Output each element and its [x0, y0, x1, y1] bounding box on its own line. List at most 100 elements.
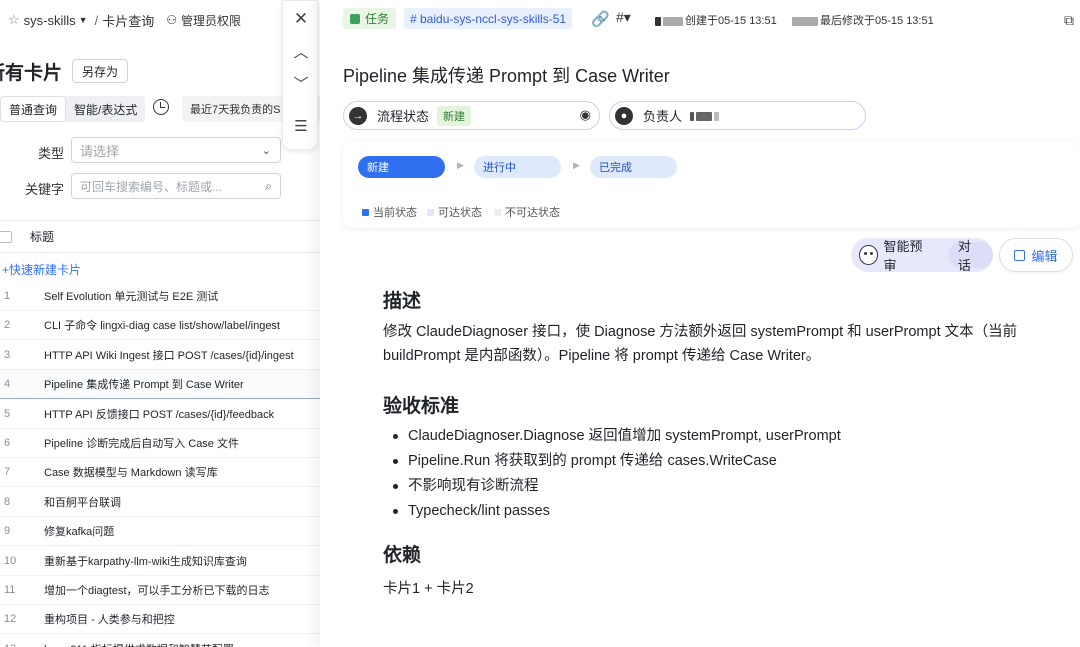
table-row[interactable]: 10 重新基于karpathy-llm-wiki生成知识库查询 [0, 547, 320, 576]
table-row[interactable]: 13lcm-v211 指标提供求数据和智慧节配置 [0, 635, 320, 647]
flow-arrow-icon: ▶ [573, 160, 580, 170]
table-header: 标题 [0, 220, 320, 253]
dependency-heading: 依赖 [383, 545, 422, 566]
avatar [690, 108, 721, 123]
table-row[interactable]: 12 重构项目 - 人类参与和把控 [0, 605, 320, 635]
row-number: 6 [4, 437, 11, 449]
list-item: 不影响现有诊断流程 [391, 474, 841, 499]
title-column-header[interactable]: 标题 [30, 228, 54, 245]
row-title[interactable]: HTTP API Wiki Ingest 接口 POST /cases/{id}… [44, 347, 294, 363]
row-title[interactable]: CLI 子命令 lingxi-diag case list/show/label… [44, 317, 280, 333]
row-number: 10 [4, 554, 17, 567]
row-title[interactable]: lcm-v211 指标提供求数据和智慧节配置 [44, 641, 234, 647]
created-text: 创建于05-15 13:51 [685, 15, 777, 27]
breadcrumb: ☆ sys-skills ▼ / 卡片查询 ⚇ 管理员权限 [0, 0, 320, 40]
table-row[interactable]: 3 HTTP API Wiki Ingest 接口 POST /cases/{id… [0, 341, 320, 370]
admin-permission[interactable]: ⚇ 管理员权限 [166, 12, 241, 29]
select-all-checkbox[interactable] [0, 230, 12, 243]
search-icon: ⌕ [265, 178, 272, 193]
save-as-button[interactable]: 另存为 [72, 59, 128, 83]
row-number: 12 [4, 613, 17, 626]
link-icon[interactable]: 🔗 [591, 10, 610, 28]
keyword-placeholder: 可回车搜索编号、标题或... [80, 179, 223, 194]
description-heading: 描述 [383, 291, 422, 312]
table-row[interactable]: 7 Case 数据模型与 Markdown 读写库 [0, 458, 320, 488]
description-text: 修改 ClaudeDiagnoser 接口，使 Diagnose 方法额外返回 … [383, 324, 1018, 364]
created-info: 创建于05-15 13:51 [655, 12, 777, 28]
tab-normal-query[interactable]: 普通查询 [0, 96, 67, 122]
row-title[interactable]: Self Evolution 单元测试与 E2E 测试 [44, 288, 218, 304]
type-label: 类型 [38, 146, 65, 161]
row-number: 11 [4, 584, 16, 596]
legend-current-label: 当前状态 [373, 207, 417, 219]
quick-add-card[interactable]: +快速新建卡片 [2, 261, 81, 278]
chevron-up-icon[interactable]: ︿ [283, 41, 319, 62]
chevron-down-icon: ⌄ [261, 144, 271, 157]
row-title[interactable]: Pipeline 集成传递 Prompt 到 Case Writer [44, 376, 244, 392]
owner-field[interactable]: ● 负责人 [609, 101, 866, 130]
legend-current: 当前状态 [362, 204, 417, 220]
breadcrumb-page[interactable]: 卡片查询 [102, 11, 154, 30]
eye-icon[interactable]: ◉ [580, 107, 591, 123]
floating-toolbar: ✕ ︿ ﹀ ☰ [282, 0, 318, 150]
state-new[interactable]: 新建 [358, 156, 445, 178]
robot-icon [859, 245, 879, 265]
star-icon[interactable]: ☆ [8, 12, 20, 28]
type-placeholder: 请选择 [80, 143, 120, 159]
table-row[interactable]: 5 HTTP API 反馈接口 POST /cases/{id}/feedback [0, 400, 320, 429]
type-select[interactable]: 请选择 ⌄ [71, 137, 281, 163]
table-row[interactable]: 2 CLI 子命令 lingxi-diag case list/show/labe… [0, 311, 320, 341]
table-row[interactable]: 9 修复kafka问题 [0, 517, 320, 547]
row-title[interactable]: 重新基于karpathy-llm-wiki生成知识库查询 [44, 553, 247, 569]
status-value-badge: 新建 [437, 105, 472, 126]
table-row[interactable]: 8 和百舸平台联调 [0, 488, 320, 517]
page-title: 所有卡片 [0, 63, 63, 84]
ai-review-group: 智能预审 对话 [851, 236, 993, 274]
keyword-input[interactable]: 可回车搜索编号、标题或... ⌕ [71, 173, 281, 199]
row-title[interactable]: 和百舸平台联调 [44, 494, 121, 510]
row-number: 8 [4, 495, 11, 508]
row-title[interactable]: 增加一个diagtest，可以手工分析已下载的日志 [44, 582, 270, 598]
state-done[interactable]: 已完成 [590, 156, 677, 178]
table-row[interactable]: 6 Pipeline 诊断完成后自动写入 Case 文件 [0, 429, 320, 458]
task-type-tag[interactable]: 任务 [343, 8, 397, 29]
row-title[interactable]: Case 数据模型与 Markdown 读写库 [44, 464, 218, 480]
open-external-icon[interactable]: ⧉ [1064, 12, 1074, 29]
workflow-card: 新建 ▶ 进行中 ▶ 已完成 当前状态 可达状态 不可达状态 [343, 141, 1080, 228]
row-title[interactable]: HTTP API 反馈接口 POST /cases/{id}/feedback [44, 406, 274, 422]
card-detail-panel: 任务 # baidu-sys-nccl-sys-skills-51 🔗 #▾ 创… [320, 0, 1080, 647]
ai-review-button[interactable]: 智能预审 [883, 236, 933, 274]
project-selector[interactable]: sys-skills [24, 13, 76, 28]
modified-info: 最后修改于05-15 13:51 [792, 12, 934, 28]
edit-button[interactable]: 编辑 [999, 238, 1073, 272]
state-in-progress[interactable]: 进行中 [474, 156, 561, 178]
close-icon[interactable]: ✕ [283, 9, 319, 29]
card-query-panel: ☆ sys-skills ▼ / 卡片查询 ⚇管理员权限 所有卡片 另存为 普通… [0, 0, 320, 647]
legend-unreachable-label: 不可达状态 [505, 207, 560, 219]
row-number: 13 [0, 643, 44, 647]
row-number: 7 [4, 466, 11, 479]
chevron-down-icon[interactable]: ﹀ [283, 73, 319, 94]
list-item: ClaudeDiagnoser.Diagnose 返回值增加 systemPro… [391, 424, 841, 449]
chevron-down-icon[interactable]: ▼ [79, 15, 88, 25]
clock-icon[interactable] [153, 99, 169, 115]
task-tag-label: 任务 [365, 12, 390, 26]
hash-dropdown-icon[interactable]: #▾ [616, 9, 631, 26]
outline-icon[interactable]: ☰ [283, 117, 319, 135]
card-id-tag[interactable]: # baidu-sys-nccl-sys-skills-51 [404, 8, 573, 29]
row-title[interactable]: Pipeline 诊断完成后自动写入 Case 文件 [44, 435, 239, 451]
table-row[interactable]: 11 增加一个diagtest，可以手工分析已下载的日志 [0, 576, 320, 605]
tab-expression-query[interactable]: 智能/表达式 [66, 96, 145, 122]
row-title[interactable]: 修复kafka问题 [44, 523, 114, 539]
table-row[interactable]: 1 Self Evolution 单元测试与 E2E 测试 [0, 282, 320, 311]
legend-unreachable: 不可达状态 [494, 204, 560, 220]
user-icon: ● [615, 106, 633, 125]
table-row[interactable]: 4 Pipeline 集成传递 Prompt 到 Case Writer [0, 370, 320, 400]
row-number: 3 [4, 348, 11, 361]
row-title[interactable]: 重构项目 - 人类参与和把控 [44, 611, 175, 627]
ai-chat-button[interactable]: 对话 [947, 239, 993, 273]
row-number: 4 [4, 378, 11, 391]
status-field[interactable]: → 流程状态 新建 ◉ [343, 101, 600, 130]
card-title[interactable]: Pipeline 集成传递 Prompt 到 Case Writer [343, 62, 670, 88]
owner-label: 负责人 [643, 109, 683, 124]
